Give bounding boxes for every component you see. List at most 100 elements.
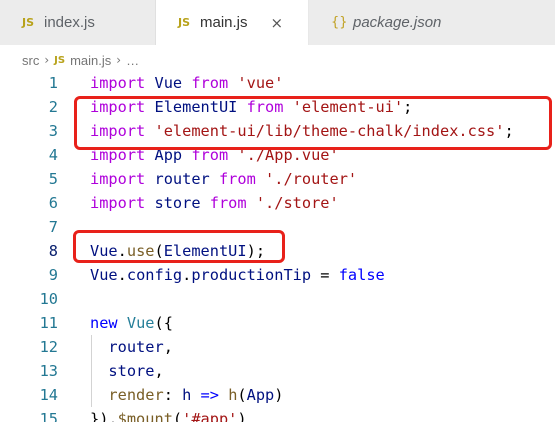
tab-package-json[interactable]: {} package.json [309,0,555,45]
code-token: . [182,266,192,284]
code-line[interactable]: 1 import Vue from 'vue' [0,71,555,95]
line-number: 14 [39,386,58,404]
code-token: './store' [255,194,339,212]
code-token: : [163,386,183,404]
code-token: Vue [90,266,118,284]
code-token: ( [237,386,247,404]
tab-label: package.json [353,14,442,31]
code-token: new [90,314,118,332]
breadcrumb-symbols[interactable]: … [126,53,139,68]
tab-main-js[interactable]: JS main.js × [156,0,309,45]
code-text: new Vue({ [90,311,173,335]
code-token: productionTip [191,266,312,284]
code-token: = [311,266,339,284]
code-token: store [154,194,201,212]
code-token: }). [90,410,118,422]
code-token: import [90,194,146,212]
code-text: import Vue from 'vue' [90,71,283,95]
code-text: router, [90,335,173,359]
line-number: 15 [39,410,58,422]
code-line[interactable]: 11 new Vue({ [0,311,555,335]
line-number: 2 [48,98,58,116]
line-number: 5 [48,170,58,188]
line-number: 13 [39,362,58,380]
line-number: 12 [39,338,58,356]
line-number: 1 [48,74,58,92]
close-icon[interactable]: × [271,14,284,32]
line-number: 7 [48,218,58,236]
line-number: 11 [39,314,58,332]
code-line[interactable]: 5 import router from './router' [0,167,555,191]
code-token: router [108,338,164,356]
code-token: ) [237,410,247,422]
code-token: ({ [154,314,173,332]
tab-label: index.js [44,14,95,31]
code-line[interactable]: 14 render: h => h(App) [0,383,555,407]
code-token: '#app' [182,410,238,422]
breadcrumb: src › JS main.js › … [22,50,139,70]
code-token: import [90,74,146,92]
code-token: ) [274,386,284,404]
tab-label: main.js [200,14,248,31]
code-token: ( [172,410,183,422]
code-text: render: h => h(App) [90,383,283,407]
javascript-file-icon: JS [178,16,191,29]
line-number: 9 [48,266,58,284]
annotation-box-imports [74,96,552,150]
code-text: }).$mount('#app') [90,407,247,422]
line-number: 8 [48,242,58,260]
code-token: from [218,170,256,188]
code-token: Vue [154,74,183,92]
breadcrumb-file[interactable]: main.js [70,53,111,68]
line-number: 3 [48,122,58,140]
code-token: $mount [117,410,173,422]
line-number: 4 [48,146,58,164]
code-token: render [108,386,164,404]
tab-index-js[interactable]: JS index.js [0,0,156,45]
json-file-icon: {} [331,15,348,30]
code-token: import [90,170,146,188]
code-text: Vue.config.productionTip = false [90,263,385,287]
code-line[interactable]: 9 Vue.config.productionTip = false [0,263,555,287]
code-token: from [209,194,247,212]
javascript-file-icon: JS [22,16,35,29]
code-token: Vue [126,314,155,332]
code-token: config [126,266,183,284]
code-token: h [182,386,192,404]
code-text: import store from './store' [90,191,339,215]
code-line[interactable]: 10 [0,287,555,311]
code-line[interactable]: 12 router, [0,335,555,359]
code-token: store [108,362,155,380]
code-token: , [163,338,173,356]
code-line[interactable]: 15}).$mount('#app') [0,407,555,422]
code-token: . [117,266,127,284]
line-number: 6 [48,194,58,212]
chevron-right-icon: › [116,53,122,67]
code-line[interactable]: 13 store, [0,359,555,383]
code-line[interactable]: 6 import store from './store' [0,191,555,215]
code-token: from [191,74,229,92]
javascript-file-icon: JS [54,54,66,66]
code-token: './router' [265,170,358,188]
breadcrumb-folder[interactable]: src [22,53,39,68]
editor-tab-bar: JS index.js JS main.js × {} package.json [0,0,555,45]
code-token: router [154,170,210,188]
code-token: false [338,266,385,284]
line-number: 10 [39,290,58,308]
code-text: store, [90,359,164,383]
code-token: App [246,386,275,404]
annotation-box-vue-use [73,230,285,263]
code-token: , [154,362,164,380]
code-text: import router from './router' [90,167,357,191]
